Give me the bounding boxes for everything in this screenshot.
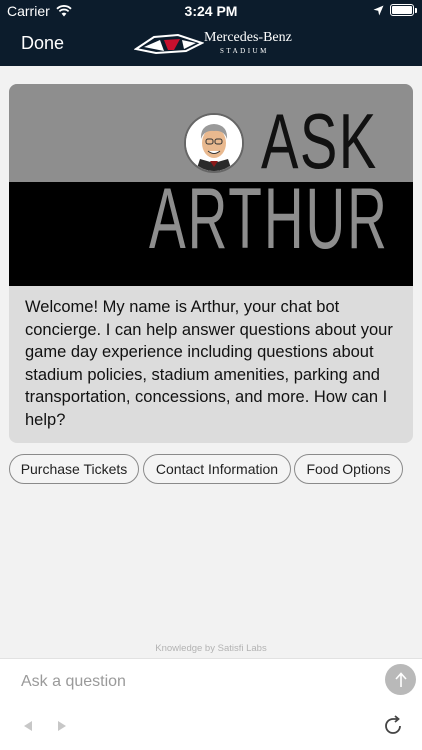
banner-ask-text: ASK xyxy=(261,97,378,185)
reload-icon[interactable] xyxy=(382,715,404,737)
ask-arthur-banner: ASK ARTHUR xyxy=(9,84,413,286)
purchase-tickets-chip[interactable]: Purchase Tickets xyxy=(9,454,139,484)
welcome-card: ASK ARTHUR Welcome! My name is Arthur, y… xyxy=(9,84,413,443)
battery-fill xyxy=(392,6,412,14)
battery-icon xyxy=(390,4,417,16)
arthur-avatar xyxy=(184,113,244,173)
powered-by-label: Knowledge by Satisfi Labs xyxy=(155,643,267,654)
status-time: 3:24 PM xyxy=(184,3,238,19)
food-options-chip[interactable]: Food Options xyxy=(294,454,403,484)
banner-name-text: ARTHUR xyxy=(149,171,389,267)
input-bar xyxy=(0,658,422,750)
logo-name: Mercedes-Benz xyxy=(204,30,292,45)
battery-cap xyxy=(415,8,417,13)
input-divider xyxy=(0,658,422,659)
back-arrow-icon[interactable] xyxy=(22,720,34,732)
stadium-roof-icon xyxy=(134,33,204,55)
status-bar: Carrier 3:24 PM xyxy=(0,0,422,22)
forward-arrow-icon[interactable] xyxy=(56,720,68,732)
stadium-logo: Mercedes-Benz STADIUM xyxy=(134,27,294,61)
send-button[interactable] xyxy=(385,664,416,695)
done-button[interactable]: Done xyxy=(21,33,64,54)
logo-sub: STADIUM xyxy=(220,47,269,55)
welcome-message: Welcome! My name is Arthur, your chat bo… xyxy=(25,298,393,429)
status-right xyxy=(373,4,417,16)
arrow-up-icon xyxy=(394,671,407,687)
arthur-caricature-icon xyxy=(186,115,242,171)
navigation-bar: Done Mercedes-Benz STADIUM xyxy=(0,22,422,66)
ask-question-input[interactable] xyxy=(21,669,361,695)
location-arrow-icon xyxy=(373,5,384,15)
contact-information-chip[interactable]: Contact Information xyxy=(143,454,291,484)
